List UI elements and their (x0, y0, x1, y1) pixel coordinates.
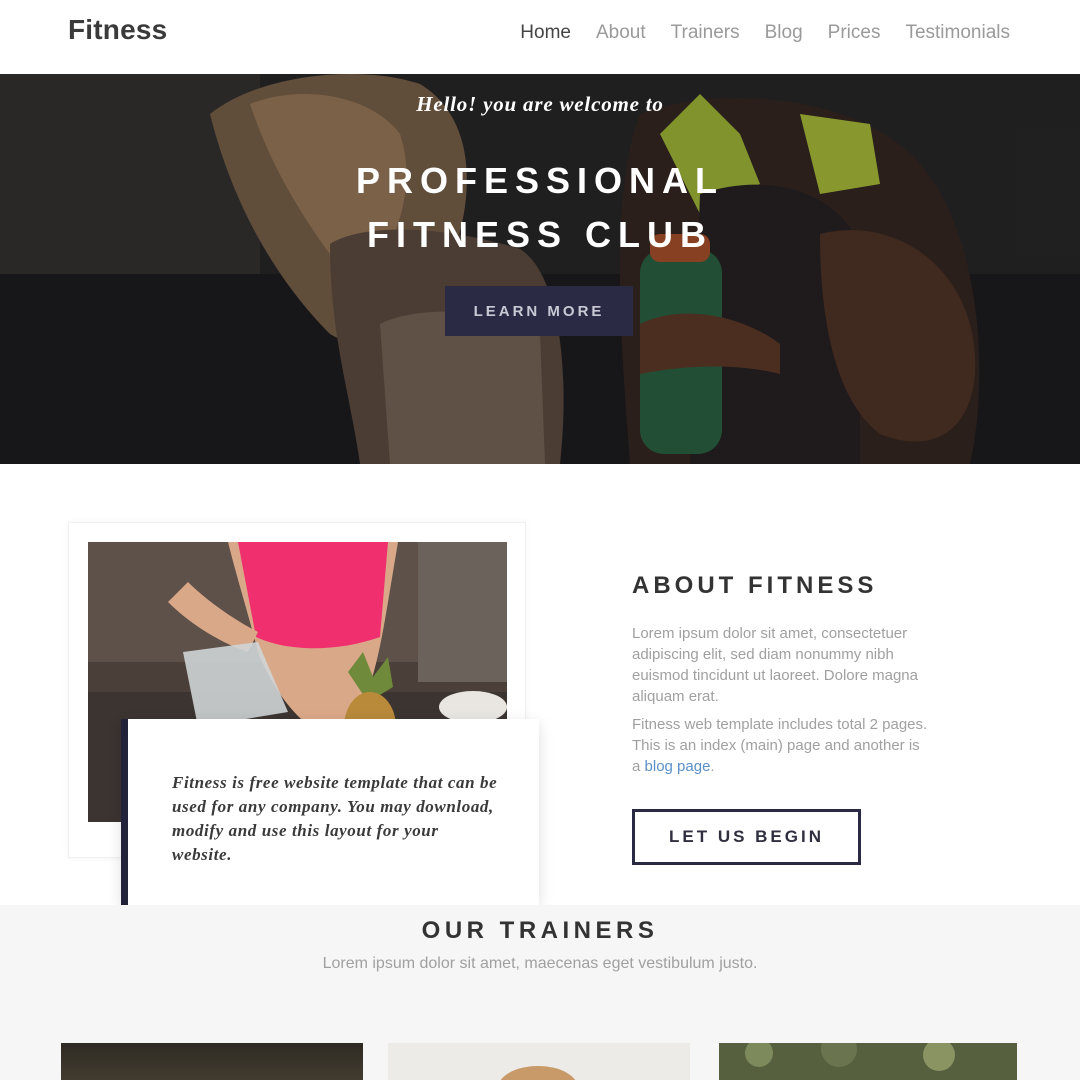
brand-logo[interactable]: Fitness (68, 14, 167, 46)
hero-section: Hello! you are welcome to PROFESSIONAL F… (0, 74, 1080, 464)
learn-more-button[interactable]: LEARN MORE (445, 286, 633, 336)
trainer-card[interactable] (388, 1043, 690, 1080)
nav-home[interactable]: Home (520, 22, 571, 44)
quote-card: Fitness is free website template that ca… (121, 719, 539, 905)
nav-blog[interactable]: Blog (765, 22, 803, 44)
nav-prices[interactable]: Prices (828, 22, 881, 44)
trainers-title: OUR TRAINERS (421, 917, 659, 944)
hero-overlay (0, 74, 1080, 464)
nav-trainers[interactable]: Trainers (671, 22, 740, 44)
about-paragraph-1: Lorem ipsum dolor sit amet, consectetuer… (632, 625, 918, 705)
trainer-card[interactable] (61, 1043, 363, 1080)
about-paragraph-2: Fitness web template includes total 2 pa… (632, 714, 932, 777)
trainers-subtitle: Lorem ipsum dolor sit amet, maecenas ege… (322, 955, 758, 972)
nav-testimonials[interactable]: Testimonials (905, 22, 1010, 44)
about-paragraph-2-end: . (710, 758, 715, 775)
main-nav: Home About Trainers Blog Prices Testimon… (520, 22, 1010, 44)
about-title: ABOUT FITNESS (632, 572, 878, 599)
hero-title-line2: FITNESS CLUB (366, 214, 713, 255)
quote-text: Fitness is free website template that ca… (172, 773, 498, 864)
hero-title-line1: PROFESSIONAL (355, 160, 725, 201)
nav-about[interactable]: About (596, 22, 646, 44)
hero-title: PROFESSIONAL FITNESS CLUB (0, 154, 1080, 262)
let-us-begin-button[interactable]: LET US BEGIN (632, 809, 861, 865)
navbar: Fitness Home About Trainers Blog Prices … (0, 0, 1080, 74)
trainer-photo (388, 1043, 690, 1080)
blog-page-link[interactable]: blog page (645, 758, 711, 775)
hero-welcome-text: Hello! you are welcome to (416, 92, 664, 116)
trainer-card[interactable] (719, 1043, 1017, 1080)
trainers-section: OUR TRAINERS Lorem ipsum dolor sit amet,… (0, 905, 1080, 1080)
trainer-photo (719, 1043, 1017, 1080)
